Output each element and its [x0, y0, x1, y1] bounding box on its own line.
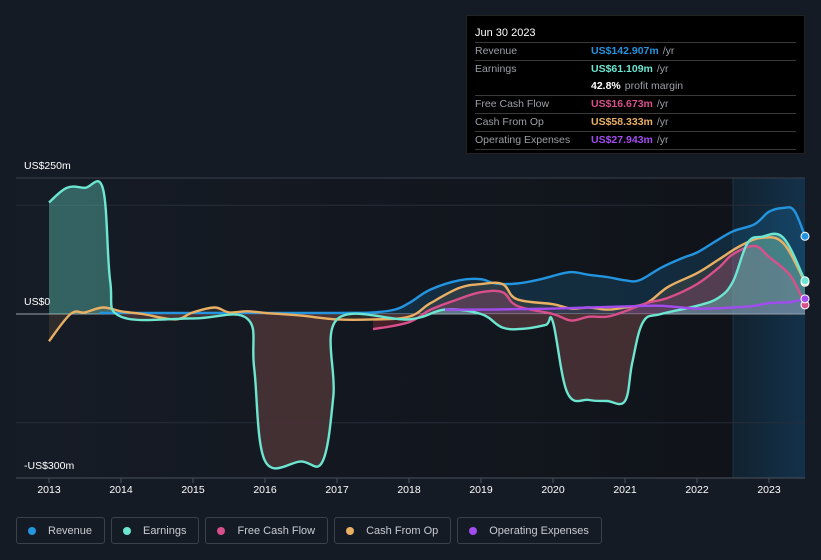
tooltip-label: Cash From Op: [475, 116, 544, 128]
legend-label: Free Cash Flow: [237, 524, 316, 537]
x-tick-label: 2016: [253, 484, 277, 496]
x-tick-label: 2018: [397, 484, 421, 496]
tooltip-unit: /yr: [662, 45, 675, 57]
x-tick-label: 2022: [685, 484, 709, 496]
tooltip-row-operating-expenses: Operating Expenses US$27.943m /yr: [475, 132, 796, 150]
tooltip-value: US$58.333m: [591, 116, 653, 128]
tooltip-label: Earnings: [475, 63, 517, 75]
legend-item-cash-from-op[interactable]: Cash From Op: [334, 517, 452, 544]
legend-dot-icon: [469, 526, 478, 535]
tooltip-date: Jun 30 2023: [475, 24, 796, 43]
tooltip-label: Free Cash Flow: [475, 98, 550, 110]
tooltip-unit: profit margin: [624, 80, 684, 92]
x-tick-label: 2014: [109, 484, 133, 496]
tooltip-label: Revenue: [475, 45, 518, 57]
x-tick-label: 2020: [541, 484, 565, 496]
tooltip-row-cash-from-op: Cash From Op US$58.333m /yr: [475, 114, 796, 132]
tooltip-label: Operating Expenses: [475, 134, 571, 146]
tooltip-unit: /yr: [656, 134, 669, 146]
endpoint-revenue[interactable]: [800, 231, 810, 241]
legend-item-operating-expenses[interactable]: Operating Expenses: [457, 517, 602, 544]
tooltip-value: 42.8%: [591, 80, 621, 92]
x-tick-label: 2023: [757, 484, 781, 496]
x-tick-label: 2015: [181, 484, 205, 496]
plot-background: [16, 178, 805, 478]
legend-dot-icon: [346, 526, 355, 535]
x-tick-label: 2019: [469, 484, 493, 496]
legend-item-free-cash-flow[interactable]: Free Cash Flow: [205, 517, 329, 544]
legend-dot-icon: [28, 526, 36, 535]
tooltip-value: US$16.673m: [591, 98, 653, 110]
legend-label: Earnings: [143, 524, 187, 537]
tooltip-row-revenue: Revenue US$142.907m /yr: [475, 43, 796, 61]
legend-label: Operating Expenses: [489, 524, 589, 537]
tooltip-value: US$61.109m: [591, 63, 653, 75]
tooltip-value: US$27.943m: [591, 134, 653, 146]
tooltip-label: [475, 78, 591, 95]
tooltip-row-profit-margin: 42.8% profit margin: [475, 78, 796, 96]
y-tick-label-zero: US$0: [24, 296, 51, 308]
tooltip-unit: /yr: [656, 63, 669, 75]
tooltip-unit: /yr: [656, 98, 669, 110]
tooltip-panel: Jun 30 2023 Revenue US$142.907m /yr Earn…: [466, 15, 805, 154]
tooltip-value: US$142.907m: [591, 45, 659, 57]
x-tick-label: 2021: [613, 484, 637, 496]
y-tick-label-bottom: -US$300m: [24, 460, 75, 472]
legend-label: Cash From Op: [366, 524, 439, 537]
chart-legend: Revenue Earnings Free Cash Flow Cash Fro…: [16, 517, 602, 544]
x-tick-label: 2017: [325, 484, 349, 496]
legend-dot-icon: [217, 526, 226, 535]
x-tick-label: 2013: [37, 484, 61, 496]
legend-dot-icon: [123, 526, 132, 535]
y-tick-label-top: US$250m: [24, 160, 71, 172]
tooltip-row-earnings: Earnings US$61.109m /yr: [475, 61, 796, 78]
legend-item-earnings[interactable]: Earnings: [111, 517, 200, 544]
endpoint-earnings[interactable]: [800, 276, 810, 286]
tooltip-unit: /yr: [656, 116, 669, 128]
legend-label: Revenue: [48, 524, 93, 537]
endpoint-operating-expenses[interactable]: [800, 294, 810, 304]
legend-item-revenue[interactable]: Revenue: [16, 517, 106, 544]
tooltip-row-free-cash-flow: Free Cash Flow US$16.673m /yr: [475, 96, 796, 114]
